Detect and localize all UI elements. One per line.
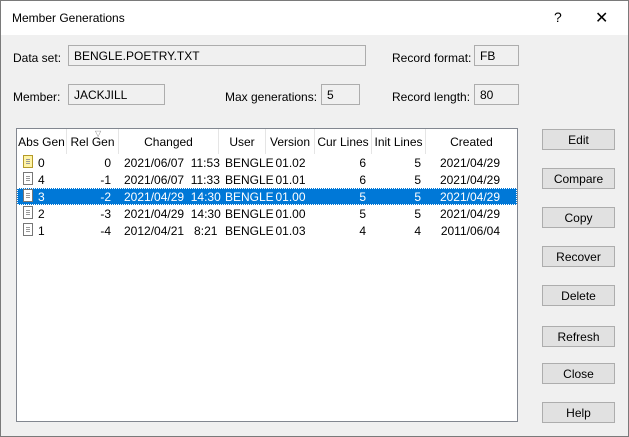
rel-gen-cell: -2 (100, 190, 111, 204)
edit-button[interactable]: Edit (542, 129, 615, 150)
changed-cell: 2021/06/07 11:53 (124, 156, 220, 170)
abs-gen-cell: 4 (38, 173, 45, 187)
rel-gen-cell: 0 (104, 156, 111, 170)
max-generations-label: Max generations: (225, 90, 318, 104)
list-header: Abs Gen Rel Gen ▽ Changed User Version C… (17, 129, 517, 154)
abs-gen-cell: 0 (38, 156, 45, 170)
cur-lines-cell: 4 (359, 224, 366, 238)
col-header-abs-gen[interactable]: Abs Gen (17, 129, 67, 154)
table-row[interactable]: 4 -1 2021/06/07 11:33 BENGLE 01.01 6 5 2… (17, 171, 517, 188)
document-icon (23, 206, 33, 219)
abs-gen-cell: 3 (38, 190, 45, 204)
version-cell: 01.03 (275, 224, 306, 238)
cur-lines-cell: 6 (359, 173, 366, 187)
rel-gen-cell: -3 (100, 207, 111, 221)
version-cell: 01.00 (275, 190, 306, 204)
init-lines-cell: 5 (414, 207, 421, 221)
document-yellow-icon (23, 155, 33, 168)
close-icon[interactable]: ✕ (595, 8, 608, 28)
created-cell: 2021/04/29 (439, 207, 500, 221)
data-set-label: Data set: (13, 51, 62, 65)
record-length-field[interactable]: 80 (474, 84, 519, 105)
created-cell: 2021/04/29 (439, 156, 500, 170)
document-icon (23, 223, 33, 236)
title-bar: Member Generations ? ✕ (1, 1, 628, 35)
compare-button[interactable]: Compare (542, 168, 615, 189)
cur-lines-cell: 6 (359, 156, 366, 170)
created-cell: 2011/06/04 (440, 224, 500, 238)
table-row[interactable]: 1 -4 2012/04/21 8:21 BENGLE 01.03 4 4 20… (17, 222, 517, 239)
rel-gen-cell: -4 (100, 224, 111, 238)
version-cell: 01.00 (275, 207, 306, 221)
init-lines-cell: 5 (414, 173, 421, 187)
version-cell: 01.02 (275, 156, 306, 170)
copy-button[interactable]: Copy (542, 207, 615, 228)
dialog-title: Member Generations (12, 11, 125, 25)
table-row[interactable]: 0 0 2021/06/07 11:53 BENGLE 01.02 6 5 20… (17, 154, 517, 171)
col-header-user[interactable]: User (219, 129, 266, 154)
max-generations-field[interactable]: 5 (321, 84, 360, 105)
version-cell: 01.01 (275, 173, 306, 187)
table-row-selected[interactable]: 3 -2 2021/04/29 14:30 BENGLE 01.00 5 5 2… (17, 188, 517, 205)
refresh-button[interactable]: Refresh (542, 326, 615, 347)
member-generations-dialog: Member Generations ? ✕ Data set: BENGLE.… (0, 0, 629, 437)
abs-gen-cell: 1 (38, 224, 45, 238)
created-cell: 2021/04/29 (439, 190, 500, 204)
created-cell: 2021/04/29 (439, 173, 500, 187)
changed-cell: 2021/06/07 11:33 (124, 173, 220, 187)
changed-cell: 2012/04/21 8:21 (124, 224, 218, 238)
init-lines-cell: 4 (414, 224, 421, 238)
help-question-icon[interactable]: ? (554, 9, 562, 25)
cur-lines-cell: 5 (359, 190, 366, 204)
help-button[interactable]: Help (542, 402, 615, 423)
close-button[interactable]: Close (542, 363, 615, 384)
table-row[interactable]: 2 -3 2021/04/29 14:30 BENGLE 01.00 5 5 2… (17, 205, 517, 222)
record-format-label: Record format: (392, 51, 472, 65)
rel-gen-cell: -1 (100, 173, 111, 187)
record-length-label: Record length: (392, 90, 471, 104)
col-header-rel-gen[interactable]: Rel Gen (67, 129, 119, 154)
col-header-created[interactable]: Created (426, 129, 517, 154)
delete-button[interactable]: Delete (542, 285, 615, 306)
init-lines-cell: 5 (414, 190, 421, 204)
abs-gen-cell: 2 (38, 207, 45, 221)
member-label: Member: (13, 90, 61, 104)
col-header-version[interactable]: Version (266, 129, 315, 154)
generations-list[interactable]: Abs Gen Rel Gen ▽ Changed User Version C… (16, 128, 518, 422)
col-header-cur-lines[interactable]: Cur Lines (315, 129, 372, 154)
document-icon (23, 172, 33, 185)
init-lines-cell: 5 (414, 156, 421, 170)
changed-cell: 2021/04/29 14:30 (124, 207, 221, 221)
cur-lines-cell: 5 (359, 207, 366, 221)
col-header-changed[interactable]: Changed (119, 129, 219, 154)
document-icon (23, 189, 33, 202)
sort-descending-icon: ▽ (95, 129, 102, 138)
data-set-field[interactable]: BENGLE.POETRY.TXT (68, 45, 366, 66)
changed-cell: 2021/04/29 14:30 (124, 190, 221, 204)
recover-button[interactable]: Recover (542, 246, 615, 267)
member-field[interactable]: JACKJILL (68, 84, 165, 105)
record-format-field[interactable]: FB (474, 45, 519, 66)
col-header-init-lines[interactable]: Init Lines (372, 129, 426, 154)
